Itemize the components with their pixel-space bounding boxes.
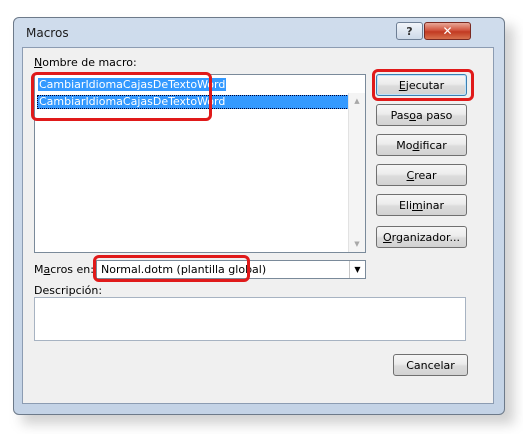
crear-button[interactable]: Crear xyxy=(376,164,467,186)
window-title: Macros xyxy=(26,26,69,40)
scroll-down-icon[interactable]: ▼ xyxy=(349,236,365,252)
close-icon: ✕ xyxy=(442,24,453,38)
chevron-down-icon[interactable]: ▼ xyxy=(349,261,365,278)
cancelar-button[interactable]: Cancelar xyxy=(393,354,468,376)
eliminar-button[interactable]: Eli m inar xyxy=(376,194,467,216)
macros-en-label: Macros en: xyxy=(34,263,94,276)
scroll-up-icon[interactable]: ▲ xyxy=(349,93,365,109)
paso-a-paso-button[interactable]: Pas o a paso xyxy=(376,104,467,126)
close-button[interactable]: ✕ xyxy=(424,22,471,40)
modificar-button[interactable]: Mo d ificar xyxy=(376,134,467,156)
organizador-button[interactable]: Organizador... xyxy=(376,226,467,248)
help-icon: ? xyxy=(406,24,413,38)
description-field xyxy=(34,297,466,341)
title-bar: Macros ? ✕ xyxy=(14,18,504,46)
macro-name-label: Nombre de macro: xyxy=(34,56,137,69)
description-label: Descripción: xyxy=(34,284,103,297)
highlight-macro-name xyxy=(31,72,212,121)
highlight-macros-en xyxy=(93,255,250,282)
help-button[interactable]: ? xyxy=(396,22,423,40)
highlight-ejecutar xyxy=(372,69,474,101)
listbox-scrollbar[interactable]: ▲ ▼ xyxy=(348,93,365,252)
